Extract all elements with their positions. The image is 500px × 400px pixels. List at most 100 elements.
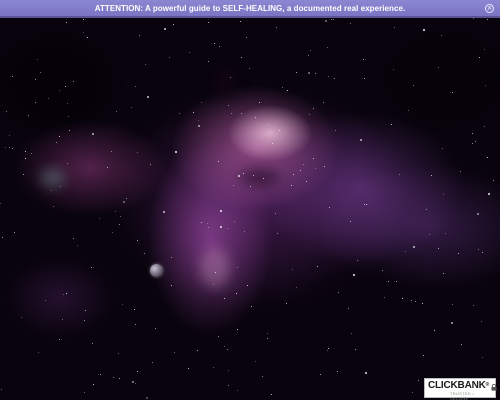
star <box>418 380 419 381</box>
star <box>45 300 46 301</box>
star <box>315 168 316 169</box>
attention-bar[interactable]: ATTENTION: A powerful guide to SELF-HEAL… <box>0 0 500 18</box>
star <box>308 55 309 56</box>
star <box>152 362 153 363</box>
star <box>83 32 84 33</box>
star <box>67 163 68 164</box>
star <box>147 96 149 98</box>
star <box>306 181 307 182</box>
star <box>309 114 310 115</box>
attention-link[interactable]: ATTENTION: A powerful guide to SELF-HEAL… <box>95 4 406 13</box>
star <box>317 266 318 267</box>
star <box>84 392 85 393</box>
close-icon[interactable]: × <box>485 4 494 13</box>
planet <box>150 264 163 277</box>
star <box>473 18 474 19</box>
star <box>119 378 120 379</box>
star <box>237 390 238 391</box>
star <box>493 180 494 181</box>
star <box>145 64 146 65</box>
nebula-background <box>0 18 500 400</box>
clickbank-badge[interactable]: CLICKBANK ® TRUSTED • SECURE <box>424 378 497 400</box>
star <box>14 232 15 233</box>
star <box>123 201 125 203</box>
star <box>382 270 383 271</box>
star <box>411 300 412 301</box>
star <box>399 174 400 175</box>
star <box>442 148 443 149</box>
star <box>394 27 395 28</box>
star <box>324 166 325 167</box>
star <box>132 381 134 383</box>
star <box>120 216 121 217</box>
star <box>328 76 329 77</box>
star <box>313 108 314 109</box>
star <box>135 86 136 87</box>
star <box>366 204 367 205</box>
star <box>479 57 480 58</box>
star <box>201 222 202 223</box>
star <box>263 178 264 179</box>
star <box>438 67 439 68</box>
star <box>1 389 2 390</box>
star <box>93 384 94 385</box>
star <box>391 124 392 125</box>
star <box>441 35 442 36</box>
star <box>12 148 13 149</box>
star <box>2 237 3 238</box>
star <box>429 234 430 235</box>
star <box>355 349 356 350</box>
star <box>333 19 334 20</box>
bright-wisp <box>40 168 65 188</box>
star <box>35 79 36 80</box>
star <box>423 29 425 31</box>
star <box>241 57 242 58</box>
star <box>188 368 189 369</box>
star <box>337 371 338 372</box>
star <box>445 233 446 234</box>
star <box>38 352 39 353</box>
star <box>139 35 140 36</box>
star <box>482 252 483 253</box>
star <box>62 319 63 320</box>
star <box>351 333 352 334</box>
star <box>87 37 88 38</box>
star <box>237 329 238 330</box>
star <box>451 322 453 324</box>
star <box>135 324 136 325</box>
star <box>198 125 200 127</box>
star <box>220 226 222 228</box>
page: ATTENTION: A powerful guide to SELF-HEAL… <box>0 0 500 400</box>
star <box>116 111 117 112</box>
star <box>364 78 365 79</box>
star <box>327 350 328 351</box>
dark-cloud <box>215 68 237 98</box>
star <box>65 86 66 87</box>
star <box>228 105 229 106</box>
star <box>40 72 41 73</box>
star <box>279 130 280 131</box>
star <box>100 374 101 375</box>
star <box>171 285 172 286</box>
star <box>219 46 220 47</box>
star <box>413 85 414 86</box>
star <box>402 298 403 299</box>
star <box>155 328 156 329</box>
star <box>197 350 198 351</box>
star <box>472 143 473 144</box>
star <box>173 24 174 25</box>
dark-cloud <box>390 38 500 118</box>
star <box>73 238 74 239</box>
star <box>171 257 172 258</box>
star <box>438 248 439 249</box>
star <box>21 317 22 318</box>
star <box>12 76 13 77</box>
star <box>164 28 166 30</box>
star <box>250 186 251 187</box>
star <box>481 321 482 322</box>
star <box>286 303 287 304</box>
star <box>122 304 123 305</box>
star <box>35 102 36 103</box>
star <box>73 81 74 82</box>
star <box>111 151 112 152</box>
